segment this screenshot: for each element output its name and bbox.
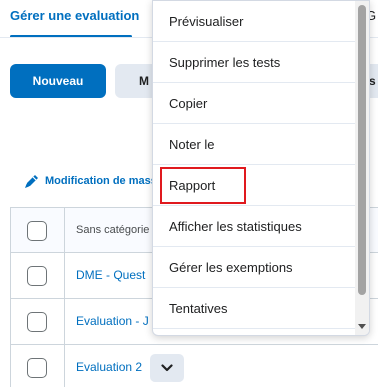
select-all-checkbox[interactable] [27, 221, 47, 241]
pencil-icon [25, 175, 38, 188]
new-button[interactable]: Nouveau [10, 64, 106, 98]
evaluation-link[interactable]: DME - Quest [76, 268, 145, 282]
menu-item-grade[interactable]: Noter le [153, 124, 355, 165]
bulk-edit-link[interactable]: Modification de mass [24, 173, 157, 189]
row-checkbox[interactable] [27, 266, 47, 286]
column-divider [64, 253, 65, 298]
menu-item-exemptions[interactable]: Gérer les exemptions [153, 247, 355, 288]
row-actions-button[interactable] [150, 354, 184, 382]
row-checkbox[interactable] [27, 358, 47, 378]
table-row: Evaluation 2 [10, 345, 378, 387]
menu-item-statistics[interactable]: Afficher les statistiques [153, 206, 355, 247]
menu-item-delete-tests[interactable]: Supprimer les tests [153, 42, 355, 83]
menu-item-label: Afficher les statistiques [169, 219, 302, 234]
actions-dropdown-menu: Prévisualiser Supprimer les tests Copier… [152, 0, 370, 336]
evaluation-link[interactable]: Evaluation 2 [76, 360, 142, 374]
menu-scrollbar-thumb[interactable] [358, 5, 366, 295]
category-header: Sans catégorie [76, 224, 150, 236]
column-divider [64, 208, 65, 252]
bulk-edit-label: Modification de mass [45, 175, 157, 187]
menu-item-label: Noter le [169, 137, 215, 152]
menu-item-label: Gérer les exemptions [169, 260, 293, 275]
menu-item-label: Copier [169, 96, 208, 111]
column-divider [64, 345, 65, 387]
row-checkbox[interactable] [27, 312, 47, 332]
menu-item-label: Supprimer les tests [169, 55, 281, 70]
menu-item-report[interactable]: Rapport [153, 165, 355, 206]
menu-item-attempts[interactable]: Tentatives [153, 288, 355, 329]
menu-item-copy[interactable]: Copier [153, 83, 355, 124]
column-divider [64, 299, 65, 344]
menu-item-label: Rapport [169, 178, 216, 193]
menu-item-label: Prévisualiser [169, 14, 244, 29]
menu-item-preview[interactable]: Prévisualiser [153, 1, 355, 42]
tab-manage-evaluation[interactable]: Gérer une evaluation [10, 8, 139, 23]
scroll-down-arrow-icon[interactable] [357, 323, 367, 331]
chevron-down-icon [161, 364, 173, 372]
evaluation-link[interactable]: Evaluation - J [76, 314, 149, 328]
menu-item-label: Tentatives [169, 301, 228, 316]
